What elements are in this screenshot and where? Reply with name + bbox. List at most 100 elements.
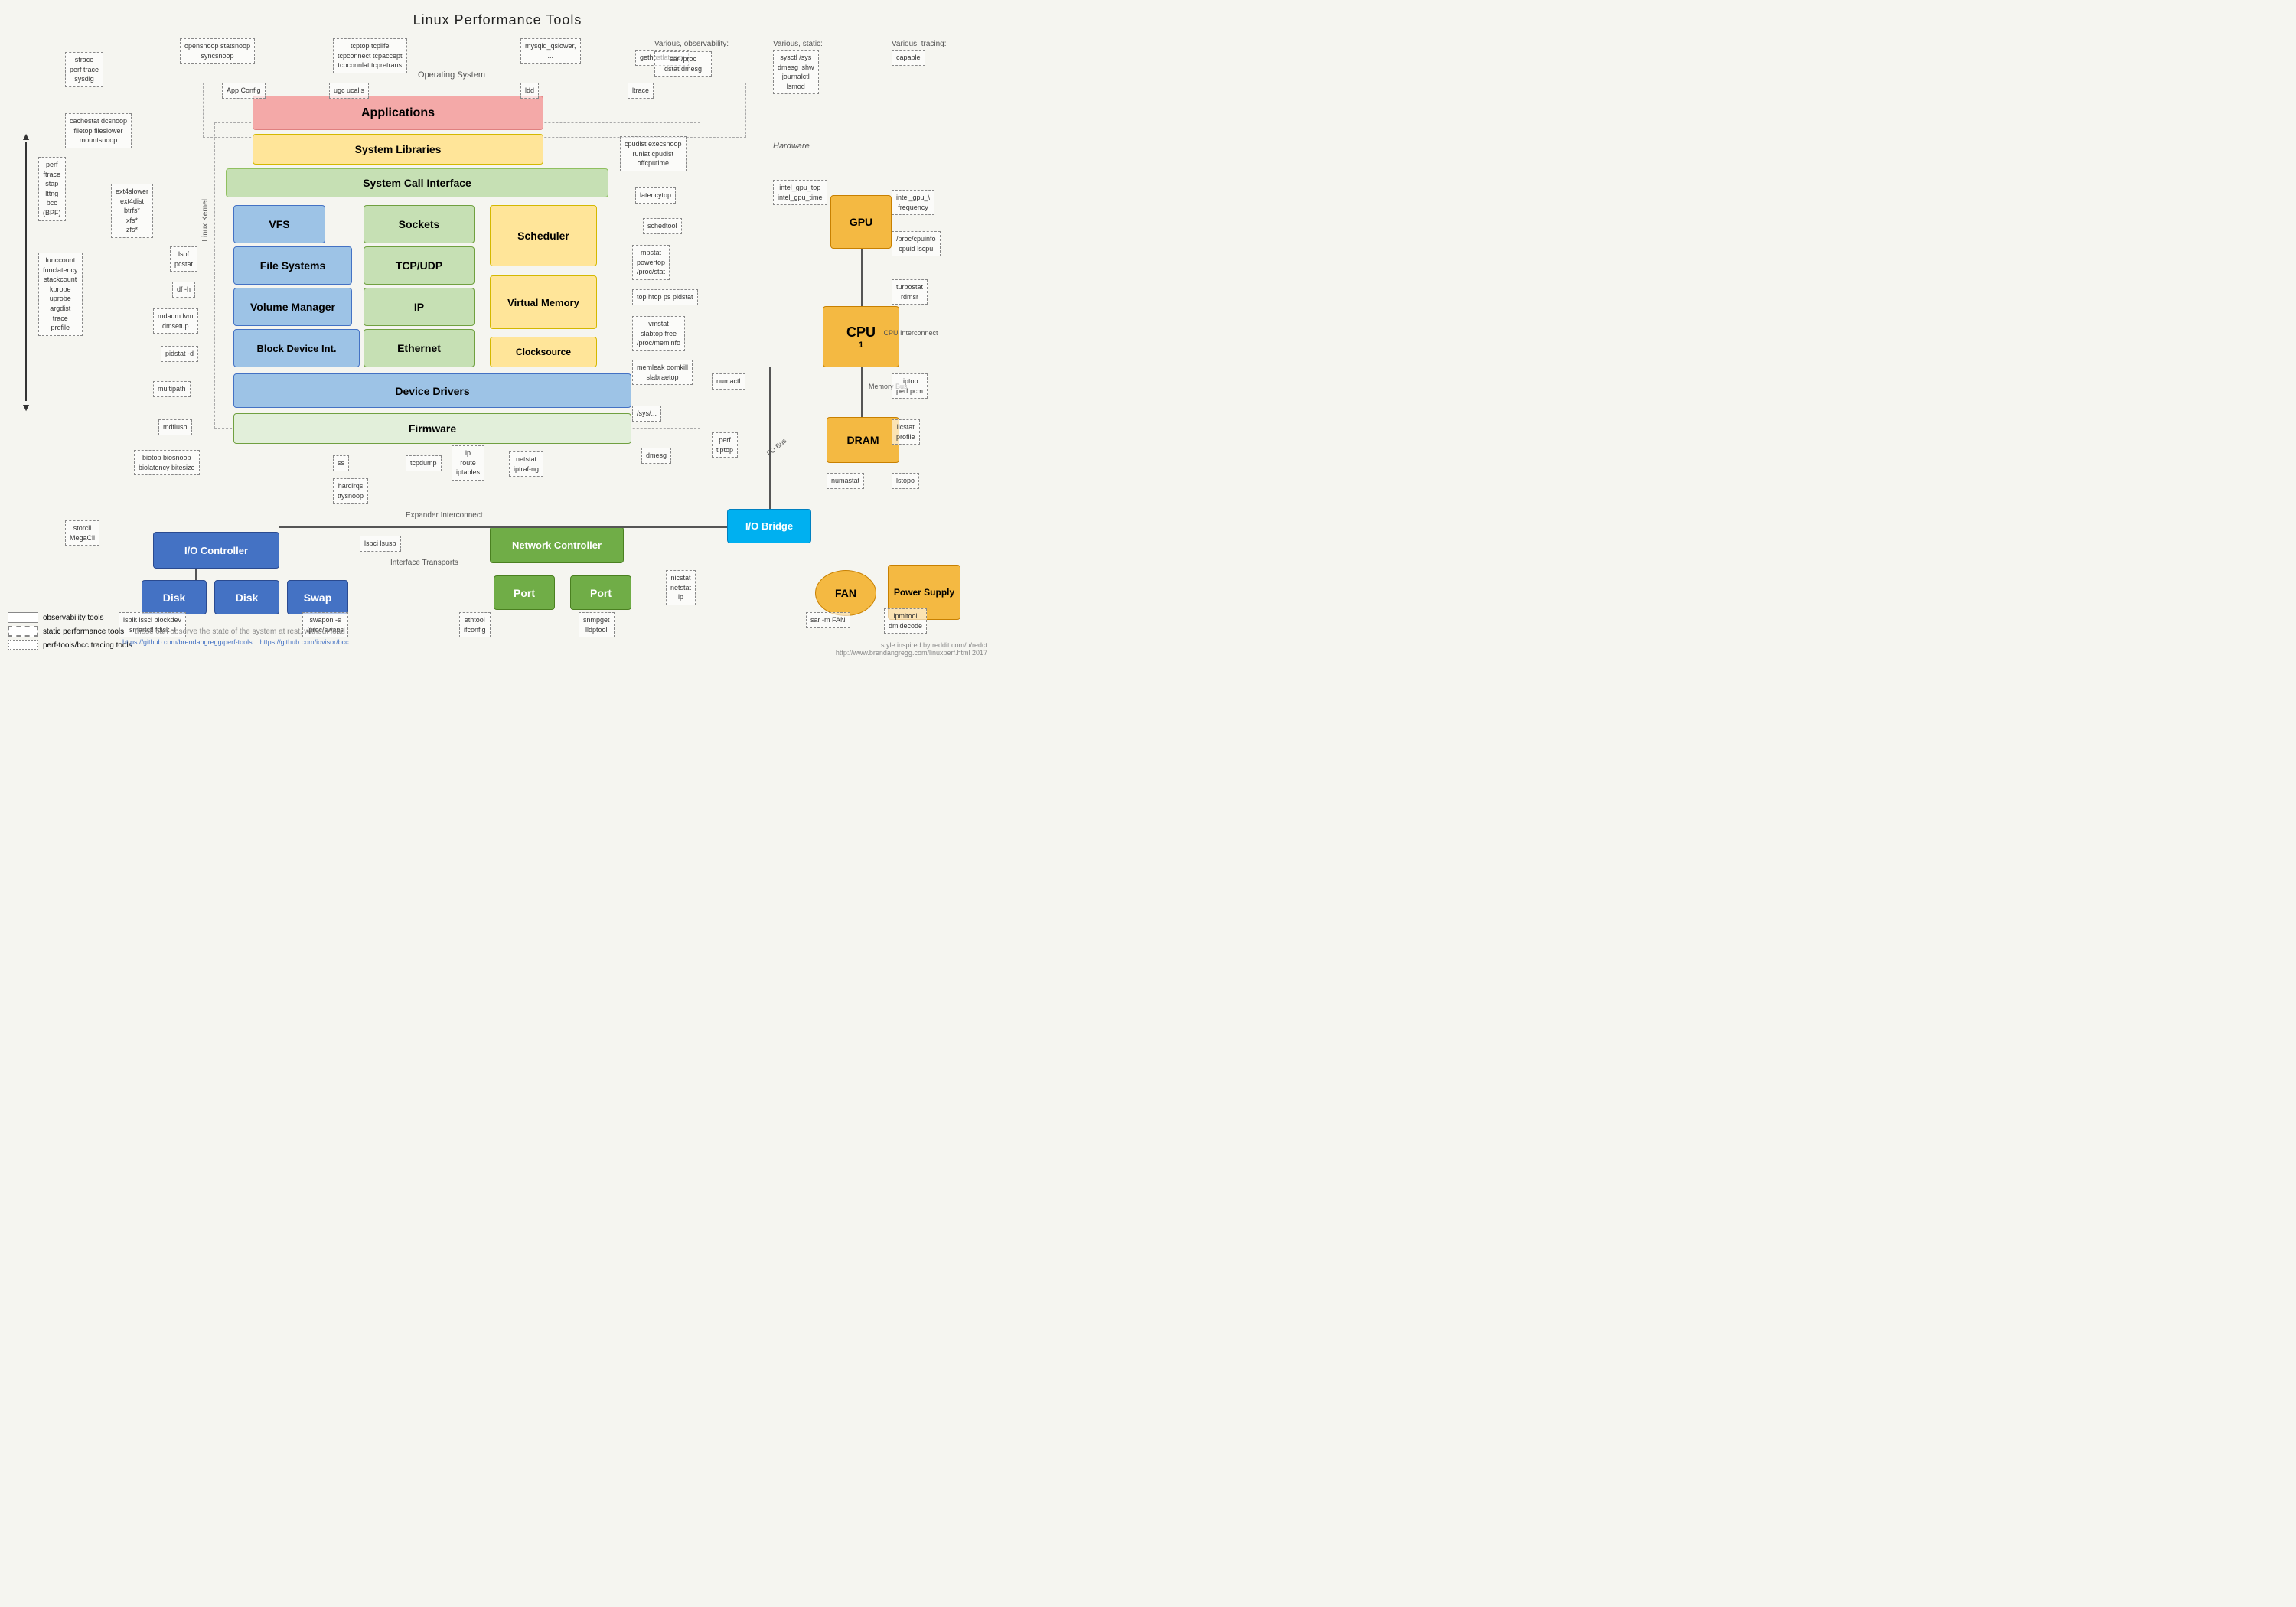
- tool-perf-tiptop: perf tiptop: [712, 432, 738, 458]
- tool-hardirqs: hardirqs ttysnoop: [333, 478, 368, 504]
- box-applications: Applications: [253, 96, 543, 130]
- tool-sys: /sys/...: [632, 406, 661, 422]
- tool-perf-ftrace: perf ftrace stap lttng bcc (BPF): [38, 157, 66, 221]
- page-title: Linux Performance Tools: [0, 3, 995, 34]
- tool-ugc: ugc ucalls: [329, 83, 369, 99]
- box-devdrivers: Device Drivers: [233, 373, 631, 408]
- tool-appconfig: App Config: [222, 83, 266, 99]
- box-syslib: System Libraries: [253, 134, 543, 165]
- box-clocksource: Clocksource: [490, 337, 597, 367]
- box-blockdev: Block Device Int.: [233, 329, 360, 367]
- os-label: Operating System: [418, 70, 485, 80]
- diagram: Linux Performance Tools Various, observa…: [0, 0, 995, 658]
- tool-sar-fan: sar -m FAN: [806, 612, 850, 628]
- cpu-label: CPU: [846, 324, 876, 341]
- tool-tiptop: tiptop perf pcm: [892, 373, 928, 399]
- tool-mdadm: mdadm lvm dmsetup: [153, 308, 198, 334]
- legend-static-label: static performance tools: [43, 627, 124, 636]
- legend-swatch-static: [8, 626, 38, 637]
- kernel-label: Linux Kernel: [201, 199, 210, 242]
- box-cpu: CPU 1: [823, 306, 899, 367]
- expander-label: Expander Interconnect: [406, 511, 483, 520]
- observability-arrow: ▲ ▼: [17, 130, 35, 413]
- tool-ip-route: ip route iptables: [452, 445, 484, 481]
- tool-latencytop: latencytop: [635, 187, 676, 204]
- tool-ext4slower: ext4slower ext4dist btrfs* xfs* zfs*: [111, 184, 153, 238]
- tool-strace: strace perf trace sysdig: [65, 52, 103, 87]
- tool-lsof: lsof pcstat: [170, 246, 197, 272]
- tool-tcpdump: tcpdump: [406, 455, 442, 471]
- box-scheduler: Scheduler: [490, 205, 597, 266]
- tool-snmpget: snmpget lldptool: [579, 612, 615, 637]
- tool-proc-cpuinfo: /proc/cpuinfo cpuid lscpu: [892, 231, 941, 256]
- tool-ss: ss: [333, 455, 349, 471]
- tool-ipmitool: ipmitool dmidecode: [884, 608, 927, 634]
- tool-dmesg: dmesg: [641, 448, 671, 464]
- legend-perf-label: perf-tools/bcc tracing tools: [43, 641, 132, 650]
- box-disk2: Disk: [214, 580, 279, 614]
- tool-multipath: multipath: [153, 381, 191, 397]
- tool-funccount: funccount funclatency stackcount kprobe …: [38, 253, 83, 336]
- tool-lstopo: lstopo: [892, 473, 919, 489]
- box-filesystems: File Systems: [233, 246, 352, 285]
- tool-sar-proc: sar /proc dstat dmesg: [654, 51, 712, 77]
- box-port2: Port: [570, 575, 631, 610]
- tool-df: df -h: [172, 282, 195, 298]
- box-gpu: GPU: [830, 195, 892, 249]
- tool-opensnoop: opensnoop statsnoop syncsnoop: [180, 38, 255, 64]
- tool-lspci: lspci lsusb: [360, 536, 401, 552]
- legend-static-note: these can observe the state of the syste…: [135, 627, 345, 636]
- tool-vmstat: vmstat slabtop free /proc/meminfo: [632, 316, 685, 351]
- box-firmware: Firmware: [233, 413, 631, 444]
- interface-transports-label: Interface Transports: [390, 559, 458, 567]
- cpu-num-label: 1: [859, 341, 863, 350]
- tool-memleak: memleak oomkill slabraetop: [632, 360, 693, 385]
- tool-cachestat: cachestat dcsnoop filetop fileslower mou…: [65, 113, 132, 148]
- box-swap: Swap: [287, 580, 348, 614]
- legend-swatch-perf: [8, 640, 38, 650]
- tool-ethtool: ethtool ifconfig: [459, 612, 491, 637]
- box-dram: DRAM: [827, 417, 899, 463]
- tool-intel-gpu-top: intel_gpu_top intel_gpu_time: [773, 180, 827, 205]
- tool-sysctl: sysctl /sys dmesg lshw journalctl lsmod: [773, 50, 819, 94]
- box-ethernet: Ethernet: [364, 329, 475, 367]
- tool-mysqld: mysqld_qslower, ...: [520, 38, 581, 64]
- footer-links: https://github.com/brendangregg/perf-too…: [122, 638, 349, 646]
- footer-link2: https://github.com/iovisor/bcc: [260, 638, 349, 646]
- legend-obs-label: observability tools: [43, 614, 103, 622]
- box-netcontroller: Network Controller: [490, 526, 624, 563]
- tool-schedtool: schedtool: [643, 218, 682, 234]
- io-disk-connector: [195, 569, 197, 580]
- tool-mpstat: mpstat powertop /proc/stat: [632, 245, 670, 280]
- box-sockets: Sockets: [364, 205, 475, 243]
- tool-biotop: biotop biosnoop biolatency bitesize: [134, 450, 200, 475]
- tool-tcptop: tcptop tcplife tcpconnect tcpaccept tcpc…: [333, 38, 407, 73]
- footer-link1: https://github.com/brendangregg/perf-too…: [122, 638, 253, 646]
- tool-pidstat: pidstat -d: [161, 346, 198, 362]
- footer-style-credit: style inspired by reddit.com/u/redct: [836, 641, 987, 649]
- tool-numastat: numastat: [827, 473, 864, 489]
- tool-turbostat: turbostat rdmsr: [892, 279, 928, 305]
- box-syscall: System Call Interface: [226, 168, 608, 197]
- cpu-dram-connector: [861, 367, 863, 417]
- box-vfs: VFS: [233, 205, 325, 243]
- hardware-label: Hardware: [773, 142, 810, 151]
- box-iocontroller: I/O Controller: [153, 532, 279, 569]
- footer: style inspired by reddit.com/u/redct htt…: [836, 641, 987, 657]
- box-disk1: Disk: [142, 580, 207, 614]
- box-tcpudp: TCP/UDP: [364, 246, 475, 285]
- cpu-gpu-connector: [861, 249, 863, 306]
- tool-intel-gpu-freq: intel_gpu_\ frequency: [892, 190, 934, 215]
- various-static-header: Various, static:: [773, 40, 823, 48]
- tool-storcli: storcli MegaCli: [65, 520, 99, 546]
- tool-ltrace: ltrace: [628, 83, 654, 99]
- iobridge-io-connector: [279, 526, 727, 528]
- box-volmgr: Volume Manager: [233, 288, 352, 326]
- box-fan: FAN: [815, 570, 876, 616]
- box-virtmem: Virtual Memory: [490, 275, 597, 329]
- tool-ldd: ldd: [520, 83, 539, 99]
- cpu-iobridge-connector-v: [769, 367, 771, 509]
- box-port1: Port: [494, 575, 555, 610]
- various-obs-header: Various, observability:: [654, 40, 729, 48]
- tool-numactl: numactl: [712, 373, 745, 390]
